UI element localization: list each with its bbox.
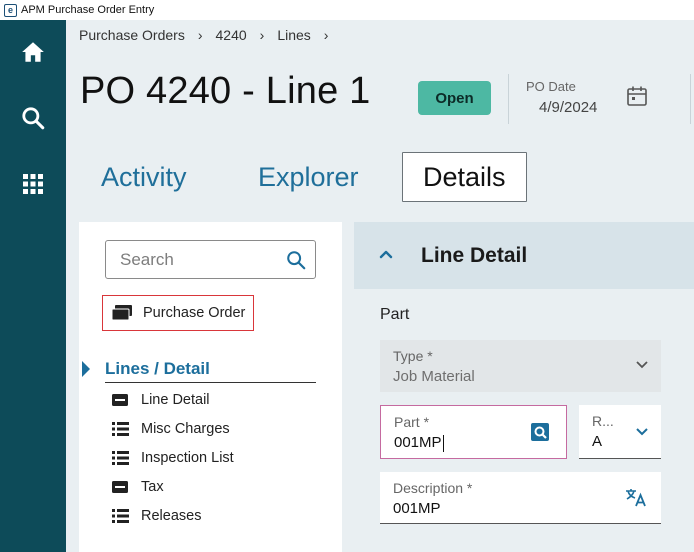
sidebar-item-releases[interactable]: Releases [112, 505, 201, 527]
breadcrumb-purchase-orders[interactable]: Purchase Orders [79, 27, 185, 43]
description-value: 001MP [393, 500, 441, 517]
purchase-order-link[interactable]: Purchase Order [102, 295, 254, 331]
sidebar-item-label: Tax [141, 479, 164, 495]
tab-activity[interactable]: Activity [101, 152, 187, 202]
translate-icon[interactable] [625, 487, 647, 507]
revision-label: R... [592, 413, 614, 429]
header-divider-right [690, 74, 691, 124]
list-icon [112, 451, 129, 465]
list-icon [112, 509, 129, 523]
nav-rail [0, 20, 66, 552]
main-area: Purchase Orders › 4240 › Lines › PO 4240… [66, 20, 694, 552]
tab-details[interactable]: Details [402, 152, 527, 202]
search-icon[interactable] [285, 249, 307, 271]
line-detail-title: Line Detail [421, 244, 528, 267]
apps-button[interactable] [0, 164, 66, 204]
breadcrumb-lines[interactable]: Lines [277, 27, 310, 43]
search-icon [22, 107, 45, 130]
part-value[interactable]: 001MP [394, 434, 444, 452]
page-title: PO 4240 - Line 1 [80, 70, 371, 112]
part-lookup-icon[interactable] [530, 422, 550, 442]
part-label: Part * [394, 414, 430, 430]
sidebar-item-label: Releases [141, 508, 202, 524]
po-date-label: PO Date [526, 79, 576, 94]
text-cursor [442, 434, 444, 452]
chevron-down-icon[interactable] [635, 427, 649, 437]
chevron-up-icon[interactable] [378, 246, 394, 262]
section-underline [105, 382, 316, 383]
section-expand-icon[interactable] [82, 361, 90, 377]
status-badge: Open [418, 81, 491, 115]
sidebar-item-label: Inspection List [141, 450, 234, 466]
search-input[interactable] [120, 250, 280, 270]
card-icon [112, 394, 128, 406]
search-nav-button[interactable] [0, 98, 66, 138]
sidebar-item-label: Misc Charges [141, 421, 230, 437]
breadcrumb-separator: › [323, 27, 329, 43]
revision-value: A [592, 433, 603, 450]
breadcrumb-separator: › [259, 27, 265, 43]
sidebar-item-line-detail[interactable]: Line Detail [112, 389, 210, 411]
sidebar-item-tax[interactable]: Tax [112, 476, 164, 498]
card-icon [112, 481, 128, 493]
po-date-value: 4/9/2024 [539, 99, 598, 116]
type-value: Job Material [393, 368, 475, 385]
apps-grid-icon [23, 174, 43, 194]
list-icon [112, 422, 129, 436]
breadcrumb-po-number[interactable]: 4240 [216, 27, 247, 43]
chevron-down-icon [636, 361, 648, 369]
sidebar-item-label: Line Detail [141, 392, 210, 408]
section-title-lines-detail[interactable]: Lines / Detail [105, 359, 210, 379]
stacked-cards-icon [111, 305, 132, 321]
sidebar-panel: Purchase Order Lines / Detail Line Detai… [79, 222, 342, 552]
line-detail-body: Part Type * Job Material Part * 001MP R.… [354, 289, 694, 552]
purchase-order-label: Purchase Order [143, 305, 246, 321]
type-field: Type * Job Material [380, 340, 661, 392]
revision-field[interactable]: R... A [579, 405, 661, 459]
type-label: Type * [393, 348, 433, 364]
calendar-button[interactable] [625, 84, 649, 108]
description-field[interactable]: Description * 001MP [380, 472, 661, 524]
search-box[interactable] [105, 240, 316, 279]
description-label: Description * [393, 480, 473, 496]
home-button[interactable] [0, 32, 66, 72]
line-detail-header[interactable]: Line Detail [354, 222, 694, 289]
header-divider [508, 74, 509, 124]
calendar-icon [627, 86, 647, 106]
part-section-title: Part [380, 306, 410, 323]
part-field[interactable]: Part * 001MP [380, 405, 567, 459]
window-title: APM Purchase Order Entry [21, 4, 155, 16]
sidebar-item-misc-charges[interactable]: Misc Charges [112, 418, 230, 440]
tab-explorer[interactable]: Explorer [258, 152, 359, 202]
home-icon [22, 42, 44, 62]
breadcrumb: Purchase Orders › 4240 › Lines › [79, 27, 341, 43]
breadcrumb-separator: › [197, 27, 203, 43]
sidebar-item-inspection-list[interactable]: Inspection List [112, 447, 234, 469]
window-title-bar: e APM Purchase Order Entry [0, 0, 694, 20]
app-logo-icon: e [4, 3, 17, 17]
part-value-text: 001MP [394, 434, 442, 451]
